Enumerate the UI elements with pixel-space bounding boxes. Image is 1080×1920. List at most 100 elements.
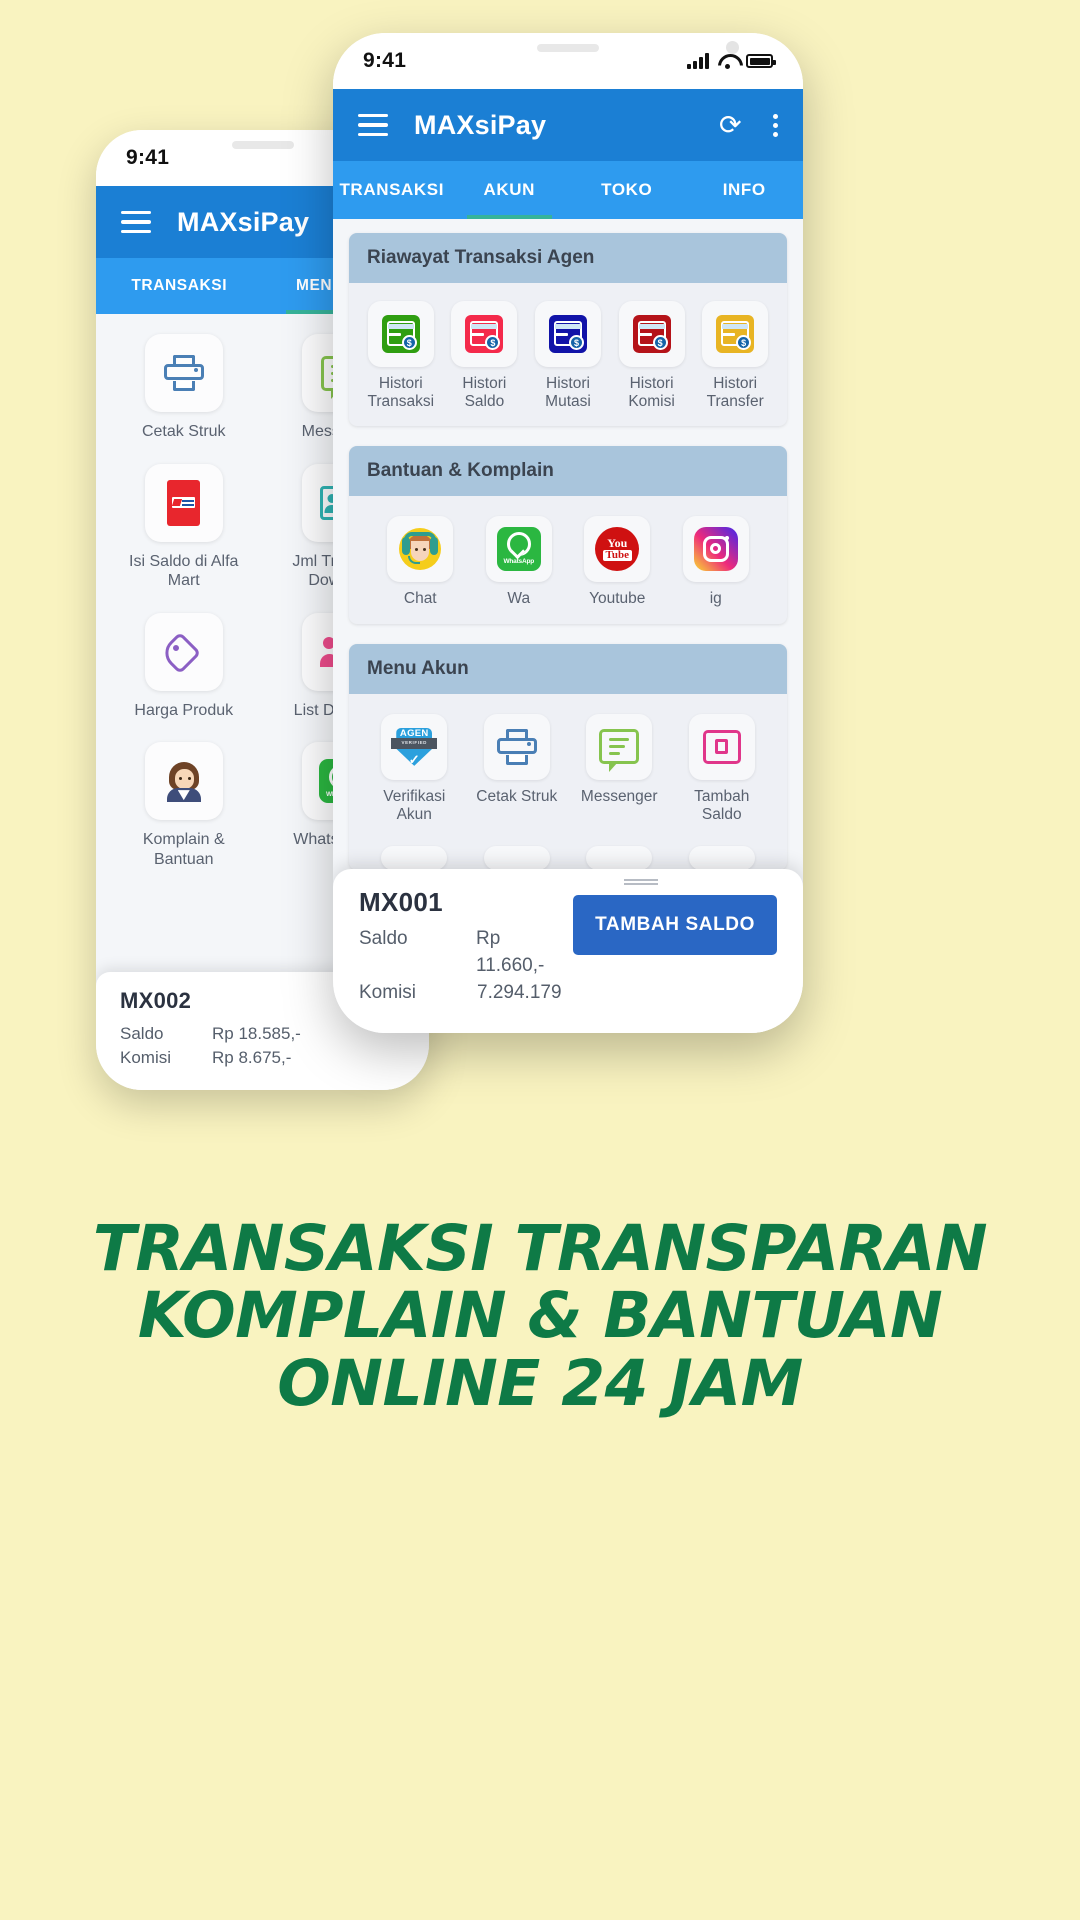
speaker-grill <box>231 141 294 149</box>
tab-akun[interactable]: AKUN <box>451 161 569 219</box>
section-title: Menu Akun <box>349 643 787 694</box>
tile-label: Histori Transaksi <box>367 375 435 411</box>
partial-icon <box>483 846 550 871</box>
partial-icon <box>688 846 755 871</box>
front-app-title: MAXsiPay <box>414 109 547 140</box>
support-agent-icon <box>387 515 454 582</box>
front-saldo-row: Saldo Rp 11.660,- <box>359 926 573 980</box>
back-menu-label: Cetak Struk <box>141 423 226 440</box>
printer-icon <box>483 713 550 780</box>
tile-cetak-struk[interactable]: Cetak Struk <box>474 713 560 825</box>
front-komisi-key: Komisi <box>359 982 417 1004</box>
credit-card-clock-green-icon: $ <box>367 301 434 367</box>
tile-messenger[interactable]: Messenger <box>576 713 662 825</box>
back-menu-label: Harga Produk <box>134 701 234 719</box>
back-menu-isi-saldo-alfamart[interactable]: Isi Saldo di Alfa Mart <box>114 463 254 591</box>
tile-label: Youtube <box>589 589 646 607</box>
section-bantuan-komplain: Bantuan & Komplain Chat WhatsApp Wa You … <box>349 445 787 624</box>
credit-card-clock-darkred-icon: $ <box>618 301 685 367</box>
hamburger-icon[interactable] <box>358 113 388 137</box>
promo-headline: TRANSAKSI TRANSPARAN KOMPLAIN & BANTUAN … <box>0 1212 1080 1420</box>
support-woman-icon <box>144 742 223 821</box>
tile-verifikasi-akun[interactable]: AGEN VERIFIED ✓ Verifikasi Akun <box>371 713 457 825</box>
youtube-icon: You Tube <box>584 515 651 582</box>
section-title: Riawayat Transaksi Agen <box>349 233 787 283</box>
message-lines-icon <box>586 713 653 780</box>
credit-card-clock-red-icon: $ <box>451 301 518 367</box>
tab-info[interactable]: INFO <box>686 161 804 219</box>
tile-histori-transfer[interactable]: $ Histori Transfer <box>693 301 777 412</box>
tile-label: Cetak Struk <box>476 787 558 805</box>
alfamart-icon <box>144 463 223 542</box>
tile-label: Chat <box>403 589 437 607</box>
front-app-bar: MAXsiPay ⟳ <box>333 89 803 161</box>
back-saldo-value: Rp 18.585,- <box>212 1023 301 1043</box>
back-menu-komplain-bantuan[interactable]: Komplain & Bantuan <box>114 742 254 869</box>
back-menu-cetak-struk[interactable]: Cetak Struk <box>114 334 254 442</box>
back-menu-harga-produk[interactable]: Harga Produk <box>114 612 254 721</box>
back-tab-transaksi[interactable]: TRANSAKSI <box>96 258 263 314</box>
front-komisi-row: Komisi 7.294.179 <box>359 980 573 1007</box>
tile-label: Histori Transfer <box>706 375 764 411</box>
front-saldo-value: Rp 11.660,- <box>476 928 545 977</box>
tile-label: Histori Komisi <box>628 375 675 411</box>
wifi-icon <box>718 54 737 69</box>
tile-instagram[interactable]: ig <box>673 515 759 608</box>
tile-label: Histori Saldo <box>462 375 507 411</box>
refresh-icon[interactable]: ⟳ <box>719 112 745 139</box>
back-app-title: MAXsiPay <box>177 206 310 237</box>
section-riwayat-transaksi: Riawayat Transaksi Agen $ Histori Transa… <box>349 233 787 426</box>
partial-icon <box>586 846 653 871</box>
tile-wa[interactable]: WhatsApp Wa <box>476 515 562 608</box>
section-title: Bantuan & Komplain <box>349 445 787 496</box>
front-camera <box>726 41 739 54</box>
tile-histori-saldo[interactable]: $ Histori Saldo <box>443 301 527 412</box>
tab-transaksi[interactable]: TRANSAKSI <box>333 161 451 219</box>
hamburger-icon[interactable] <box>121 210 151 234</box>
back-menu-label: Isi Saldo di Alfa Mart <box>129 552 239 590</box>
back-status-time: 9:41 <box>126 146 170 169</box>
headline-line-1: TRANSAKSI TRANSPARAN <box>92 1212 988 1285</box>
price-tag-icon <box>144 612 223 691</box>
tile-label: Wa <box>507 589 531 607</box>
tile-partial-1[interactable] <box>371 846 457 871</box>
tile-youtube[interactable]: You Tube Youtube <box>574 515 660 608</box>
tile-partial-4[interactable] <box>679 846 765 871</box>
headline-line-2: KOMPLAIN & BANTUAN <box>137 1279 943 1353</box>
back-menu-label: Komplain & Bantuan <box>142 831 225 868</box>
speaker-grill <box>537 44 599 52</box>
tile-partial-3[interactable] <box>576 846 662 871</box>
instagram-icon <box>682 515 749 582</box>
tile-tambah-saldo[interactable]: Tambah Saldo <box>679 713 765 825</box>
tile-label: Messenger <box>580 787 658 805</box>
front-account-code: MX001 <box>359 887 443 918</box>
section-menu-akun: Menu Akun AGEN VERIFIED ✓ Verifikasi Akun … <box>349 643 787 871</box>
back-komisi-value: Rp 8.675,- <box>212 1047 292 1067</box>
partial-icon <box>381 846 448 871</box>
kebab-menu-icon[interactable] <box>773 113 778 137</box>
tile-label: Tambah Saldo <box>694 787 750 824</box>
front-status-bar: 9:41 <box>333 33 803 89</box>
front-saldo-key: Saldo <box>359 928 408 950</box>
tile-histori-transaksi[interactable]: $ Histori Transaksi <box>359 301 443 412</box>
add-balance-card-icon <box>688 713 755 780</box>
front-phone-mockup: 9:41 MAXsiPay ⟳ TRANSAKSI AKUN TOKO INFO… <box>333 33 803 1033</box>
tab-toko[interactable]: TOKO <box>568 161 686 219</box>
tile-histori-mutasi[interactable]: $ Histori Mutasi <box>526 301 610 412</box>
back-komisi-key: Komisi <box>120 1047 172 1067</box>
tile-partial-2[interactable] <box>474 846 560 871</box>
back-saldo-key: Saldo <box>120 1023 164 1043</box>
tile-chat[interactable]: Chat <box>377 515 463 608</box>
front-status-time: 9:41 <box>363 49 407 72</box>
drag-handle-icon[interactable] <box>624 879 659 886</box>
printer-icon <box>144 334 223 412</box>
credit-card-clock-yellow-icon: $ <box>702 301 769 367</box>
front-komisi-value: 7.294.179 <box>477 982 562 1004</box>
tile-histori-komisi[interactable]: $ Histori Komisi <box>610 301 694 412</box>
whatsapp-icon: WhatsApp <box>485 515 552 582</box>
tambah-saldo-button[interactable]: TAMBAH SALDO <box>573 895 777 956</box>
headline-line-3: ONLINE 24 JAM <box>277 1346 803 1420</box>
front-tab-bar: TRANSAKSI AKUN TOKO INFO <box>333 161 803 219</box>
signal-icon <box>687 53 709 69</box>
tile-label: ig <box>709 589 722 607</box>
